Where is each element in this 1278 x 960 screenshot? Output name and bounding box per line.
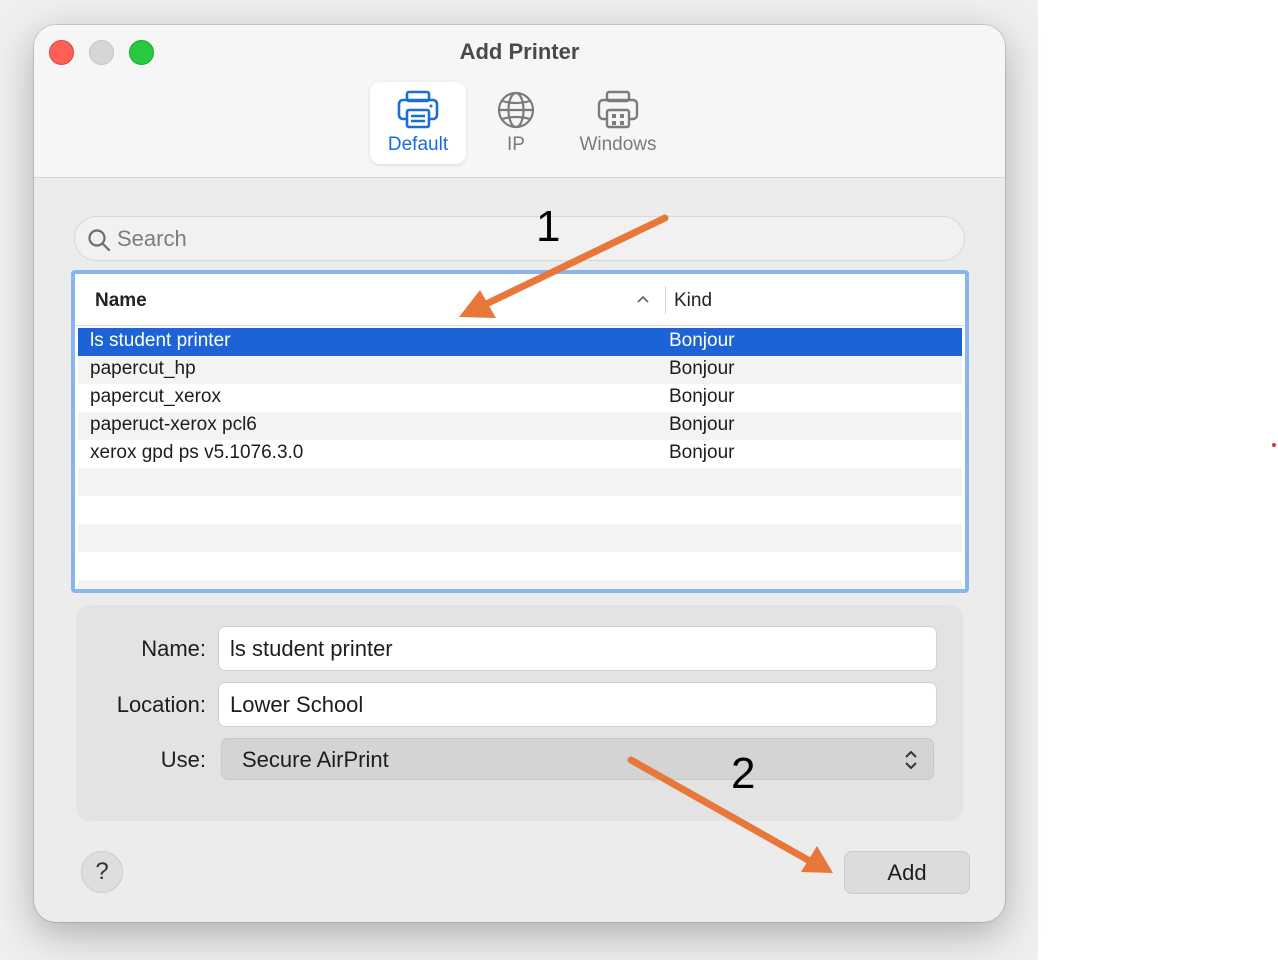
table-row[interactable]: paperuct-xerox pcl6 Bonjour xyxy=(78,412,962,440)
search-input[interactable] xyxy=(117,221,947,256)
row-kind: Bonjour xyxy=(669,414,735,435)
table-row[interactable]: papercut_xerox Bonjour xyxy=(78,384,962,412)
tab-default[interactable]: Default xyxy=(370,82,466,164)
table-row[interactable]: ls student printer Bonjour xyxy=(78,328,962,356)
window-title: Add Printer xyxy=(459,39,580,64)
printer-details-panel: Name: Location: Use: Secure AirPrint xyxy=(76,605,963,821)
printer-icon xyxy=(397,90,439,129)
tab-ip-label: IP xyxy=(507,134,525,155)
annotation-step-2: 2 xyxy=(731,749,756,798)
row-name: papercut_hp xyxy=(90,358,196,379)
row-name: ls student printer xyxy=(90,330,231,351)
toolbar: Add Printer Default IP Windows xyxy=(34,25,1005,178)
globe-icon xyxy=(497,91,535,129)
column-divider[interactable] xyxy=(665,286,666,314)
tab-default-label: Default xyxy=(387,134,449,155)
help-button[interactable]: ? xyxy=(81,851,123,893)
table-row[interactable]: xerox gpd ps v5.1076.3.0 Bonjour xyxy=(78,440,962,468)
empty-row xyxy=(78,580,962,589)
printer-windows-icon xyxy=(597,90,639,129)
tab-ip[interactable]: IP xyxy=(486,82,546,164)
use-driver-value: Secure AirPrint xyxy=(242,747,389,772)
page-background xyxy=(1038,0,1278,960)
printer-list[interactable]: Name Kind ls student printer Bonjour pap… xyxy=(71,270,969,593)
search-icon xyxy=(88,229,111,252)
use-driver-select[interactable]: Secure AirPrint xyxy=(221,738,934,780)
add-printer-window: Add Printer Default IP Windows Search Na… xyxy=(34,25,1005,922)
row-kind: Bonjour xyxy=(669,386,735,407)
row-kind: Bonjour xyxy=(669,442,735,463)
tab-windows-label: Windows xyxy=(579,134,657,155)
row-kind: Bonjour xyxy=(669,358,735,379)
empty-row xyxy=(78,552,962,580)
column-header-name[interactable]: Name xyxy=(95,290,147,312)
empty-row xyxy=(78,468,962,496)
list-header: Name Kind xyxy=(75,274,965,326)
table-row[interactable]: papercut_hp Bonjour xyxy=(78,356,962,384)
use-label: Use: xyxy=(160,747,206,772)
add-button[interactable]: Add xyxy=(844,851,970,894)
row-kind: Bonjour xyxy=(669,330,735,351)
location-field[interactable] xyxy=(218,682,937,727)
empty-row xyxy=(78,496,962,524)
name-field[interactable] xyxy=(218,626,937,671)
location-label: Location: xyxy=(116,692,206,717)
up-down-chevron-icon xyxy=(905,750,917,770)
search-field[interactable] xyxy=(74,216,965,261)
column-header-kind[interactable]: Kind xyxy=(674,290,712,312)
empty-row xyxy=(78,524,962,552)
name-label: Name: xyxy=(141,636,206,661)
tab-windows[interactable]: Windows xyxy=(568,82,668,164)
row-name: papercut_xerox xyxy=(90,386,221,407)
annotation-step-1: 1 xyxy=(536,202,561,251)
row-name: xerox gpd ps v5.1076.3.0 xyxy=(90,442,304,463)
row-name: paperuct-xerox pcl6 xyxy=(90,414,257,435)
sort-ascending-icon[interactable] xyxy=(636,294,650,304)
stray-dot xyxy=(1272,443,1276,447)
